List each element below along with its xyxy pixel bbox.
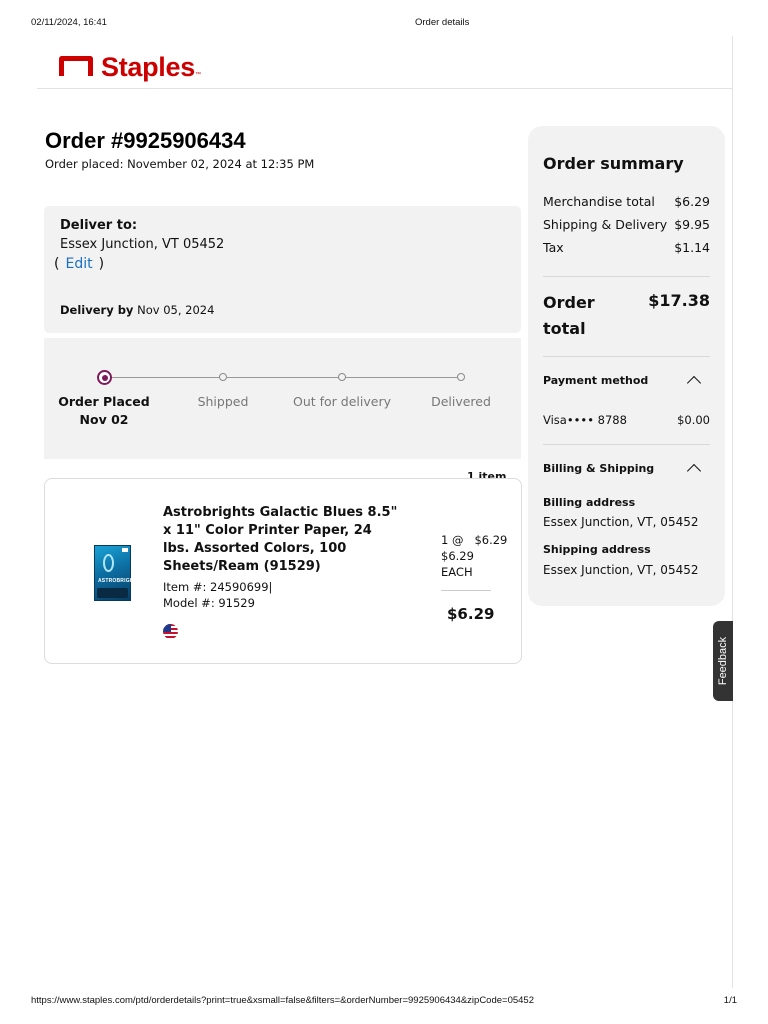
billing-address-value: Essex Junction, VT, 05452 <box>543 515 699 529</box>
delivery-by-label: Delivery by <box>60 303 134 317</box>
order-placed-date: Order placed: November 02, 2024 at 12:35… <box>45 157 315 171</box>
summary-divider <box>543 356 710 357</box>
summary-value: $1.14 <box>674 240 710 255</box>
tracker-step-label: Order Placed <box>58 394 150 409</box>
product-image[interactable]: ASTROBRIGHTS <box>94 545 140 601</box>
payment-card: Visa•••• 8788 <box>543 413 627 427</box>
delivery-info-panel: Deliver to: Essex Junction, VT 05452 ( Ed… <box>44 206 521 333</box>
staples-logo[interactable]: Staples ™ <box>59 52 201 82</box>
order-item-card: ASTROBRIGHTS Astrobrights Galactic Blues… <box>44 478 522 664</box>
order-summary-title: Order summary <box>543 154 684 173</box>
print-page-number: 1/1 <box>723 995 737 1006</box>
feedback-label: Feedback <box>717 636 729 686</box>
tracker-dot-shipped <box>219 373 227 381</box>
tracker-dot-order-placed <box>97 370 112 385</box>
page-title: Order #9925906434 <box>45 128 246 153</box>
product-art <box>103 554 114 572</box>
summary-row-merchandise: Merchandise total $6.29 <box>543 194 710 209</box>
print-url: https://www.staples.com/ptd/orderdetails… <box>31 995 534 1006</box>
order-total-label: Order total <box>543 293 595 338</box>
item-unit-price: $6.29 <box>441 549 474 563</box>
tracker-step-order-placed: Order Placed Nov 02 <box>44 393 164 429</box>
payment-method-heading: Payment method <box>543 374 649 387</box>
item-unit: EACH <box>441 565 473 579</box>
product-item-number: Item #: 24590699| <box>163 580 273 594</box>
edit-open-paren: ( <box>54 256 60 272</box>
us-flag-icon <box>163 624 178 639</box>
product-brand-mark: ASTROBRIGHTS <box>98 578 141 584</box>
summary-label: Merchandise total <box>543 194 655 209</box>
tracker-dot-delivered <box>457 373 465 381</box>
payment-amount: $0.00 <box>677 413 710 427</box>
deliver-to-label: Deliver to: <box>60 218 138 233</box>
payment-chevron-up-icon[interactable] <box>686 375 702 391</box>
product-title[interactable]: Astrobrights Galactic Blues 8.5" x 11" C… <box>163 504 398 576</box>
product-band <box>97 588 128 598</box>
summary-row-shipping: Shipping & Delivery $9.95 <box>543 217 710 232</box>
shipping-address-label: Shipping address <box>543 543 651 556</box>
order-tracker: Order Placed Nov 02 Shipped Out for deli… <box>44 338 521 459</box>
edit-address-row: ( Edit) <box>54 256 104 272</box>
item-quantity: 1 @ <box>441 533 464 547</box>
summary-row-tax: Tax $1.14 <box>543 240 710 255</box>
print-title: Order details <box>415 17 470 28</box>
staples-logo-text: Staples <box>101 52 195 82</box>
edit-address-link[interactable]: Edit <box>65 256 92 272</box>
tracker-line <box>104 377 462 378</box>
billing-address-label: Billing address <box>543 496 636 509</box>
tracker-step-shipped: Shipped <box>197 394 249 409</box>
summary-value: $6.29 <box>674 194 710 209</box>
order-summary-panel: Order summary Merchandise total $6.29 Sh… <box>528 126 725 606</box>
print-datetime: 02/11/2024, 16:41 <box>31 17 107 28</box>
summary-label: Shipping & Delivery <box>543 217 668 232</box>
tracker-step-delivered: Delivered <box>431 394 491 409</box>
product-model-number: Model #: 91529 <box>163 596 255 610</box>
summary-label: Tax <box>543 240 564 255</box>
item-total-price: $6.29 <box>447 605 495 623</box>
shipping-address-value: Essex Junction, VT, 05452 <box>543 563 699 577</box>
summary-divider <box>543 276 710 277</box>
billing-shipping-heading: Billing & Shipping <box>543 462 655 475</box>
trademark-symbol: ™ <box>194 72 201 78</box>
product-tag <box>122 548 128 552</box>
page-edge-divider <box>732 36 733 988</box>
billing-chevron-up-icon[interactable] <box>686 463 702 479</box>
summary-value: $9.95 <box>674 217 710 232</box>
site-header: Staples ™ <box>37 36 732 89</box>
delivery-estimate: Delivery by Nov 05, 2024 <box>60 303 214 317</box>
item-quantity-row: 1 @ $6.29 <box>441 533 507 547</box>
price-divider <box>441 590 491 591</box>
delivery-by-date: Nov 05, 2024 <box>137 303 215 317</box>
item-quantity-price: $6.29 <box>474 533 508 547</box>
edit-close-paren: ) <box>98 256 105 272</box>
staples-logo-icon <box>59 56 93 76</box>
payment-method-row: Visa•••• 8788 $0.00 <box>543 413 710 427</box>
tracker-step-out-for-delivery: Out for delivery <box>293 394 391 409</box>
summary-divider <box>543 444 710 445</box>
feedback-button[interactable]: Feedback <box>713 621 733 701</box>
tracker-dot-out-for-delivery <box>338 373 346 381</box>
tracker-step-date: Nov 02 <box>79 412 129 427</box>
order-total-value: $17.38 <box>648 291 710 310</box>
delivery-address: Essex Junction, VT 05452 <box>60 237 225 252</box>
